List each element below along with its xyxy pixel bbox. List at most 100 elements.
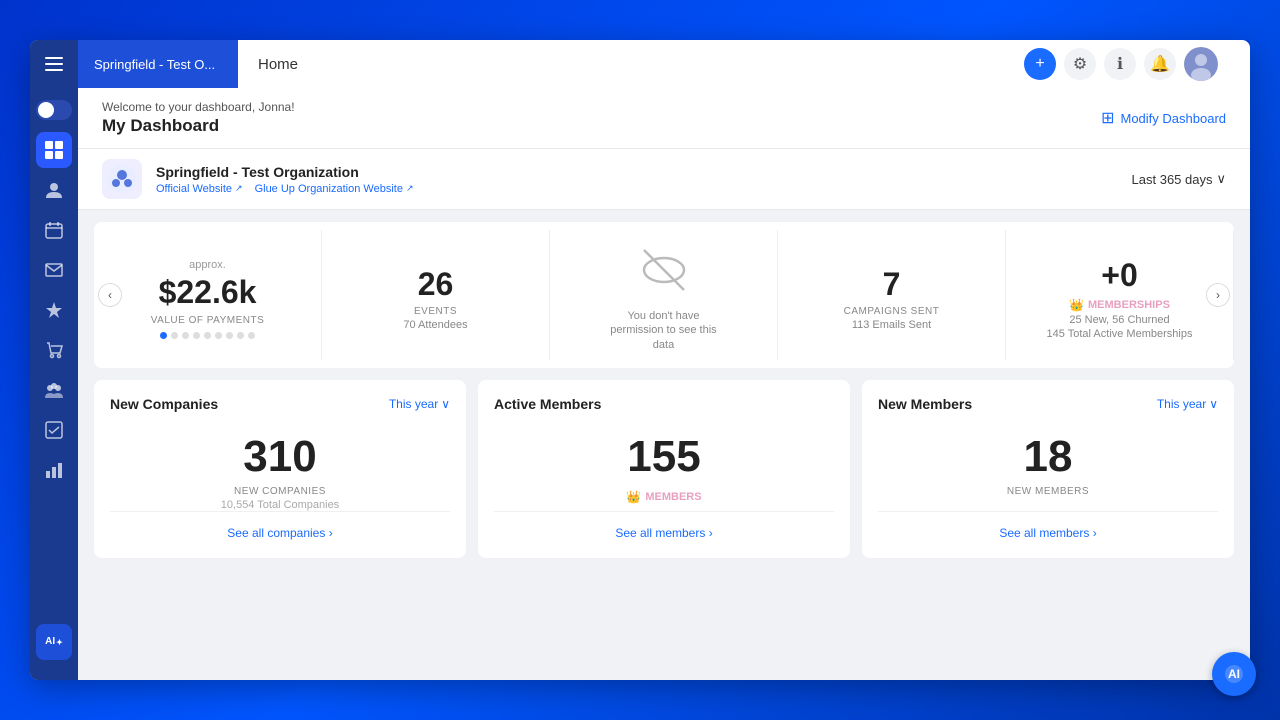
- info-button[interactable]: ℹ: [1104, 48, 1136, 80]
- new-members-sublabel: NEW MEMBERS: [878, 486, 1218, 497]
- org-logo: [102, 159, 142, 199]
- companies-total: 10,554 Total Companies: [110, 499, 450, 511]
- ai-button[interactable]: AI ✦: [36, 624, 72, 660]
- external-link-icon2: ↗: [406, 183, 414, 194]
- stat-events: 26 EVENTS 70 Attendees: [322, 230, 550, 360]
- active-members-value: 155: [494, 432, 834, 482]
- no-permission-text: You don't have permission to see this da…: [604, 309, 724, 352]
- org-name: Springfield - Test O...: [94, 57, 215, 72]
- dot-6: [215, 332, 222, 339]
- ai-fab[interactable]: AI: [1212, 652, 1250, 680]
- stat-noperm: You don't have permission to see this da…: [550, 230, 778, 360]
- see-all-new-members-link[interactable]: See all members ›: [999, 526, 1096, 540]
- settings-button[interactable]: ⚙: [1064, 48, 1096, 80]
- members-badge-label: MEMBERS: [645, 491, 701, 503]
- sidebar-item-commerce[interactable]: [36, 332, 72, 368]
- dot-5: [204, 332, 211, 339]
- dot-2: [171, 332, 178, 339]
- sidebar-item-events[interactable]: [36, 212, 72, 248]
- widget-members-filter[interactable]: This year ∨: [1157, 397, 1218, 411]
- see-all-companies-link[interactable]: See all companies ›: [227, 526, 332, 540]
- org-bar: Springfield - Test Organization Official…: [78, 149, 1250, 210]
- new-members-value: 18: [878, 432, 1218, 482]
- widget-new-members-title: New Members: [878, 396, 972, 412]
- stat-payments-value: $22.6k: [159, 275, 257, 310]
- memberships-badge: 👑 MEMBERSHIPS: [1069, 298, 1170, 312]
- sidebar-item-members[interactable]: [36, 172, 72, 208]
- dot-3: [182, 332, 189, 339]
- sidebar-item-dashboard[interactable]: [36, 132, 72, 168]
- topbar-actions: + ⚙ ℹ 🔔: [1012, 40, 1230, 88]
- stat-events-sub: 70 Attendees: [403, 319, 467, 331]
- stat-approx-label: approx.: [189, 259, 226, 271]
- date-filter-label: Last 365 days: [1132, 172, 1213, 187]
- dot-4: [193, 332, 200, 339]
- welcome-text: Welcome to your dashboard, Jonna!: [102, 100, 295, 114]
- no-permission-icon: [640, 246, 688, 303]
- widgets-row: New Companies This year ∨ 310 NEW COMPAN…: [94, 380, 1234, 558]
- glueup-website-label: Glue Up Organization Website: [255, 183, 403, 195]
- dot-9: [248, 332, 255, 339]
- arrow-right-icon2: ›: [709, 526, 713, 540]
- user-avatar[interactable]: [1184, 47, 1218, 81]
- memberships-label: MEMBERSHIPS: [1088, 299, 1170, 311]
- ai-label: AI: [45, 637, 55, 647]
- sidebar-toggle[interactable]: [36, 100, 72, 120]
- sidebar-item-campaigns[interactable]: [36, 252, 72, 288]
- stat-memberships: +0 👑 MEMBERSHIPS 25 New, 56 Churned 145 …: [1006, 230, 1234, 360]
- widget-companies-filter[interactable]: This year ∨: [389, 397, 450, 411]
- glueup-website-link[interactable]: Glue Up Organization Website ↗: [255, 183, 414, 195]
- memberships-sub: 25 New, 56 Churned: [1069, 314, 1169, 326]
- arrow-right-icon: ›: [329, 526, 333, 540]
- org-selector[interactable]: Springfield - Test O...: [78, 40, 238, 88]
- widget-active-members: Active Members 155 👑 MEMBERS See all mem…: [478, 380, 850, 558]
- companies-value: 310: [110, 432, 450, 482]
- bell-button[interactable]: 🔔: [1144, 48, 1176, 80]
- chevron-icon2: ∨: [1209, 397, 1218, 411]
- stats-nav-left[interactable]: ‹: [98, 283, 122, 307]
- stat-campaigns-label: CAMPAIGNS SENT: [844, 306, 940, 317]
- official-website-label: Official Website: [156, 183, 232, 195]
- content-area: Welcome to your dashboard, Jonna! My Das…: [78, 88, 1250, 680]
- dot-7: [226, 332, 233, 339]
- sidebar-item-memberships[interactable]: [36, 292, 72, 328]
- members-badge: 👑 MEMBERS: [494, 490, 834, 504]
- stat-events-label: EVENTS: [414, 306, 457, 317]
- sidebar-item-tasks[interactable]: [36, 412, 72, 448]
- widget-active-members-title: Active Members: [494, 396, 601, 412]
- modify-dashboard-button[interactable]: ⊞ Modify Dashboard: [1101, 108, 1226, 128]
- topbar: Springfield - Test O... Home + ⚙ ℹ 🔔: [30, 40, 1250, 88]
- widget-new-companies: New Companies This year ∨ 310 NEW COMPAN…: [94, 380, 466, 558]
- see-all-members-link[interactable]: See all members ›: [615, 526, 712, 540]
- crown-icon: 👑: [1069, 298, 1084, 312]
- stats-nav-right[interactable]: ›: [1206, 283, 1230, 307]
- stat-campaigns: 7 CAMPAIGNS SENT 113 Emails Sent: [778, 230, 1006, 360]
- stat-memberships-value: +0: [1101, 258, 1137, 293]
- dot-8: [237, 332, 244, 339]
- crown-icon-widget: 👑: [626, 490, 641, 504]
- page-title: Home: [258, 56, 298, 73]
- stat-campaigns-sub: 113 Emails Sent: [852, 319, 931, 331]
- date-filter-button[interactable]: Last 365 days ∨: [1132, 171, 1226, 187]
- official-website-link[interactable]: Official Website ↗: [156, 183, 243, 195]
- sidebar-item-reports[interactable]: [36, 452, 72, 488]
- hamburger-button[interactable]: [30, 40, 78, 88]
- companies-sublabel: NEW COMPANIES: [110, 486, 450, 497]
- stat-campaigns-value: 7: [883, 267, 901, 302]
- stats-section: ‹ approx. $22.6k VALUE OF PAYMENTS: [94, 222, 1234, 368]
- stat-payments: approx. $22.6k VALUE OF PAYMENTS: [94, 230, 322, 360]
- dashboard-title: My Dashboard: [102, 116, 295, 136]
- sidebar-item-community[interactable]: [36, 372, 72, 408]
- dashboard-header: Welcome to your dashboard, Jonna! My Das…: [78, 88, 1250, 149]
- dot-1: [160, 332, 167, 339]
- svg-text:AI: AI: [1228, 667, 1240, 680]
- memberships-total: 145 Total Active Memberships: [1047, 328, 1193, 340]
- add-button[interactable]: +: [1024, 48, 1056, 80]
- widget-companies-title: New Companies: [110, 396, 218, 412]
- sidebar: AI ✦: [30, 88, 78, 680]
- stat-events-value: 26: [418, 267, 454, 302]
- stats-dots: [160, 332, 255, 339]
- arrow-right-icon3: ›: [1093, 526, 1097, 540]
- page-title-bar: Home + ⚙ ℹ 🔔: [238, 40, 1250, 88]
- org-name-display: Springfield - Test Organization: [156, 164, 413, 180]
